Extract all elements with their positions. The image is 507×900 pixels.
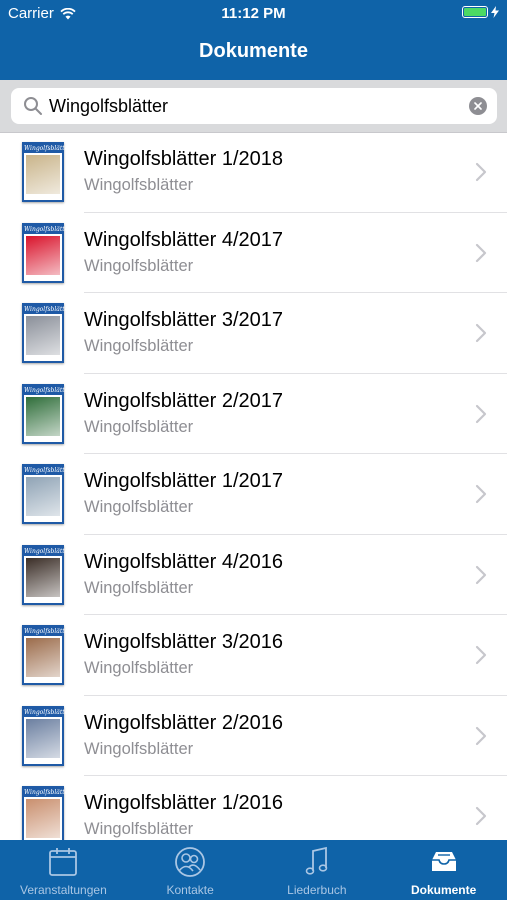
document-row[interactable]: Wingolfsblätter Wingolfsblätter 1/2016 W… xyxy=(0,776,507,840)
document-row[interactable]: Wingolfsblätter Wingolfsblätter 2/2017 W… xyxy=(0,374,507,454)
tab-liederbuch[interactable]: Liederbuch xyxy=(254,840,381,900)
tab-veranstaltungen[interactable]: Veranstaltungen xyxy=(0,840,127,900)
chevron-right-icon xyxy=(475,404,487,423)
document-row[interactable]: Wingolfsblätter Wingolfsblätter 2/2016 W… xyxy=(0,696,507,776)
tab-label: Kontakte xyxy=(166,883,214,897)
document-subtitle: Wingolfsblätter xyxy=(84,820,194,838)
document-title: Wingolfsblätter 4/2017 xyxy=(84,228,284,251)
tab-bar: Veranstaltungen Kontakte Liederbuch Doku… xyxy=(0,840,507,900)
chevron-right-icon xyxy=(475,726,487,745)
cover-picture xyxy=(26,396,60,436)
chevron-right-icon xyxy=(475,243,487,262)
status-time: 11:12 PM xyxy=(221,5,286,22)
chevron-right-icon xyxy=(475,323,487,343)
document-title: Wingolfsblätter 1/2016 xyxy=(84,792,284,814)
tab-label: Dokumente xyxy=(410,883,477,897)
document-row[interactable]: Wingolfsblätter Wingolfsblätter 4/2016 W… xyxy=(0,535,507,615)
chevron-right-icon xyxy=(475,645,487,665)
cover-picture xyxy=(26,316,60,355)
status-bar: Carrier 11:12 PM xyxy=(0,0,507,28)
cover-picture xyxy=(26,477,60,516)
tab-dokumente[interactable]: Dokumente xyxy=(380,840,507,900)
contacts-icon xyxy=(175,847,206,877)
cover-picture xyxy=(26,235,60,275)
charging-bolt-icon xyxy=(491,6,499,18)
document-title: Wingolfsblätter 4/2016 xyxy=(84,550,284,573)
document-list: Wingolfsblätter Wingolfsblätter 1/2018 W… xyxy=(0,132,507,840)
clear-search-button[interactable] xyxy=(469,97,487,115)
document-subtitle: Wingolfsblätter xyxy=(84,659,194,677)
document-subtitle: Wingolfsblätter xyxy=(84,256,194,275)
document-subtitle: Wingolfsblätter xyxy=(84,739,194,758)
document-cover-thumbnail: Wingolfsblätter xyxy=(22,544,71,605)
chevron-right-icon xyxy=(475,806,487,826)
music-note-icon xyxy=(305,846,328,875)
document-row[interactable]: Wingolfsblätter Wingolfsblätter 3/2016 W… xyxy=(0,615,507,696)
document-row[interactable]: Wingolfsblätter Wingolfsblätter 4/2017 W… xyxy=(0,213,507,293)
cover-picture xyxy=(26,638,60,677)
cover-picture xyxy=(26,557,60,597)
document-row[interactable]: Wingolfsblätter Wingolfsblätter 3/2017 W… xyxy=(0,293,507,374)
document-title: Wingolfsblätter 2/2016 xyxy=(84,711,284,734)
battery-icon xyxy=(462,6,499,18)
close-icon xyxy=(474,102,482,110)
search-field[interactable] xyxy=(11,88,497,124)
document-title: Wingolfsblätter 3/2016 xyxy=(84,631,284,653)
page-title: Dokumente xyxy=(199,40,308,62)
document-row[interactable]: Wingolfsblätter Wingolfsblätter 1/2018 W… xyxy=(0,132,507,213)
calendar-icon xyxy=(49,848,78,876)
document-row[interactable]: Wingolfsblätter Wingolfsblätter 1/2017 W… xyxy=(0,454,507,535)
tab-label: Veranstaltungen xyxy=(20,883,107,897)
chevron-right-icon xyxy=(475,162,487,182)
document-cover-thumbnail: Wingolfsblätter xyxy=(22,464,71,524)
document-cover-thumbnail: Wingolfsblätter xyxy=(22,383,71,444)
chevron-right-icon xyxy=(475,484,487,504)
cover-picture xyxy=(26,799,60,838)
cover-picture xyxy=(26,155,60,194)
search-bar xyxy=(0,80,507,133)
document-subtitle: Wingolfsblätter xyxy=(84,337,194,355)
document-cover-thumbnail: Wingolfsblätter xyxy=(22,303,71,363)
tab-label: Liederbuch xyxy=(287,883,347,897)
document-title: Wingolfsblätter 1/2017 xyxy=(84,470,284,492)
document-cover-thumbnail: Wingolfsblätter xyxy=(22,625,71,685)
top-bar: Carrier 11:12 PM Dokumente xyxy=(0,0,507,80)
search-icon xyxy=(24,97,42,115)
document-title: Wingolfsblätter 1/2018 xyxy=(84,148,284,170)
document-title: Wingolfsblätter 2/2017 xyxy=(84,389,284,412)
tab-kontakte[interactable]: Kontakte xyxy=(127,840,254,900)
document-title: Wingolfsblätter 3/2017 xyxy=(84,309,284,331)
cover-picture xyxy=(26,718,60,758)
document-subtitle: Wingolfsblätter xyxy=(84,417,194,436)
document-cover-thumbnail: Wingolfsblätter xyxy=(22,142,71,202)
document-cover-thumbnail: Wingolfsblätter xyxy=(22,705,71,766)
document-subtitle: Wingolfsblätter xyxy=(84,176,194,194)
chevron-right-icon xyxy=(475,565,487,584)
document-subtitle: Wingolfsblätter xyxy=(84,578,194,597)
document-cover-thumbnail: Wingolfsblätter xyxy=(22,786,71,840)
document-subtitle: Wingolfsblätter xyxy=(84,498,194,516)
document-cover-thumbnail: Wingolfsblätter xyxy=(22,222,71,283)
search-input[interactable] xyxy=(49,91,469,121)
inbox-tray-icon xyxy=(431,852,456,871)
